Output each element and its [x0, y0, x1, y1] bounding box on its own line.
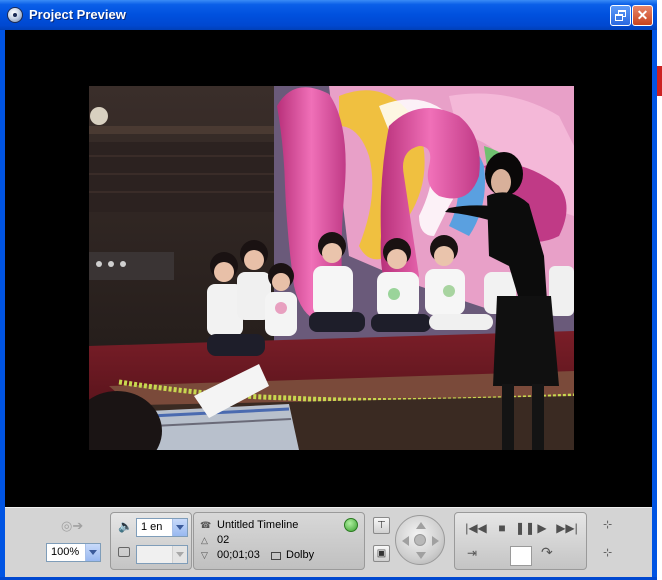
angle-icon: ☎	[200, 520, 212, 530]
menu-button[interactable]: ⊤	[373, 517, 390, 534]
loop-icon[interactable]: ⇥	[467, 546, 477, 560]
redo-icon[interactable]: ↷	[541, 544, 553, 561]
chevron-down-icon	[172, 546, 187, 563]
disc-icon	[7, 7, 23, 23]
chapter-icon: △	[201, 535, 208, 545]
move-down-icon[interactable]: ⊹	[603, 546, 612, 559]
chevron-down-icon	[172, 519, 187, 536]
arrow-right-icon[interactable]	[432, 536, 439, 546]
video-content	[89, 86, 574, 450]
transport-group: |◀◀ ■ ❚❚ ▶ ▶▶| ⇥ ↷	[454, 512, 587, 570]
arrow-left-icon[interactable]	[402, 536, 409, 546]
preview-area	[5, 30, 652, 577]
enter-button[interactable]	[414, 534, 426, 546]
zoom-in-icon[interactable]: ◎➔	[61, 518, 83, 534]
control-bar: ◎➔ 100% 🔈 1 en ☎ Untitled Timeline △ 02	[5, 507, 652, 577]
time-icon: ▽	[201, 550, 208, 560]
subtitle-icon	[118, 547, 130, 557]
window-title: Project Preview	[29, 7, 126, 22]
move-up-icon[interactable]: ⊹	[603, 518, 612, 531]
zoom-value: 100%	[51, 546, 80, 558]
previous-button[interactable]: |◀◀	[465, 521, 487, 535]
audio-track-value: 1 en	[141, 521, 163, 533]
audio-track-select[interactable]: 1 en	[136, 518, 188, 537]
next-button[interactable]: ▶▶|	[555, 521, 579, 535]
title-icon: ▣	[376, 548, 387, 559]
subtitle-select[interactable]	[136, 545, 188, 564]
title-button[interactable]: ▣	[373, 545, 390, 562]
chapter-number: 02	[217, 534, 230, 546]
stop-button[interactable]: ■	[495, 521, 509, 535]
timecode: 00;01;03	[217, 549, 260, 561]
arrow-down-icon[interactable]	[416, 552, 426, 559]
arrow-up-icon[interactable]	[416, 522, 426, 529]
speaker-icon: 🔈	[118, 519, 133, 533]
dolby-icon	[271, 552, 281, 560]
direction-pad[interactable]	[395, 515, 445, 565]
video-frame[interactable]	[89, 86, 574, 450]
audio-format: Dolby	[286, 549, 315, 561]
title-bar[interactable]: Project Preview ✕	[0, 0, 657, 30]
close-button[interactable]: ✕	[632, 5, 653, 26]
timeline-name: Untitled Timeline	[217, 519, 299, 531]
project-preview-window: Project Preview ✕ ◎➔ 100% 🔈 1 en ☎ Untit…	[0, 0, 657, 580]
close-icon: ✕	[636, 7, 649, 23]
audio-subtitle-group: 🔈 1 en	[110, 512, 192, 570]
step-field[interactable]	[510, 546, 532, 566]
zoom-select[interactable]: 100%	[46, 543, 101, 562]
play-button[interactable]: ▶	[535, 521, 549, 535]
restore-icon	[615, 10, 626, 21]
navigation-group: ⊤ ▣	[371, 512, 447, 570]
timeline-info-panel: ☎ Untitled Timeline △ 02 ▽ 00;01;03 Dolb…	[193, 512, 365, 570]
chevron-down-icon	[85, 544, 100, 561]
pause-button[interactable]: ❚❚	[515, 521, 535, 535]
menu-icon: ⊤	[377, 520, 386, 531]
globe-icon[interactable]	[344, 518, 358, 532]
restore-button[interactable]	[610, 5, 631, 26]
